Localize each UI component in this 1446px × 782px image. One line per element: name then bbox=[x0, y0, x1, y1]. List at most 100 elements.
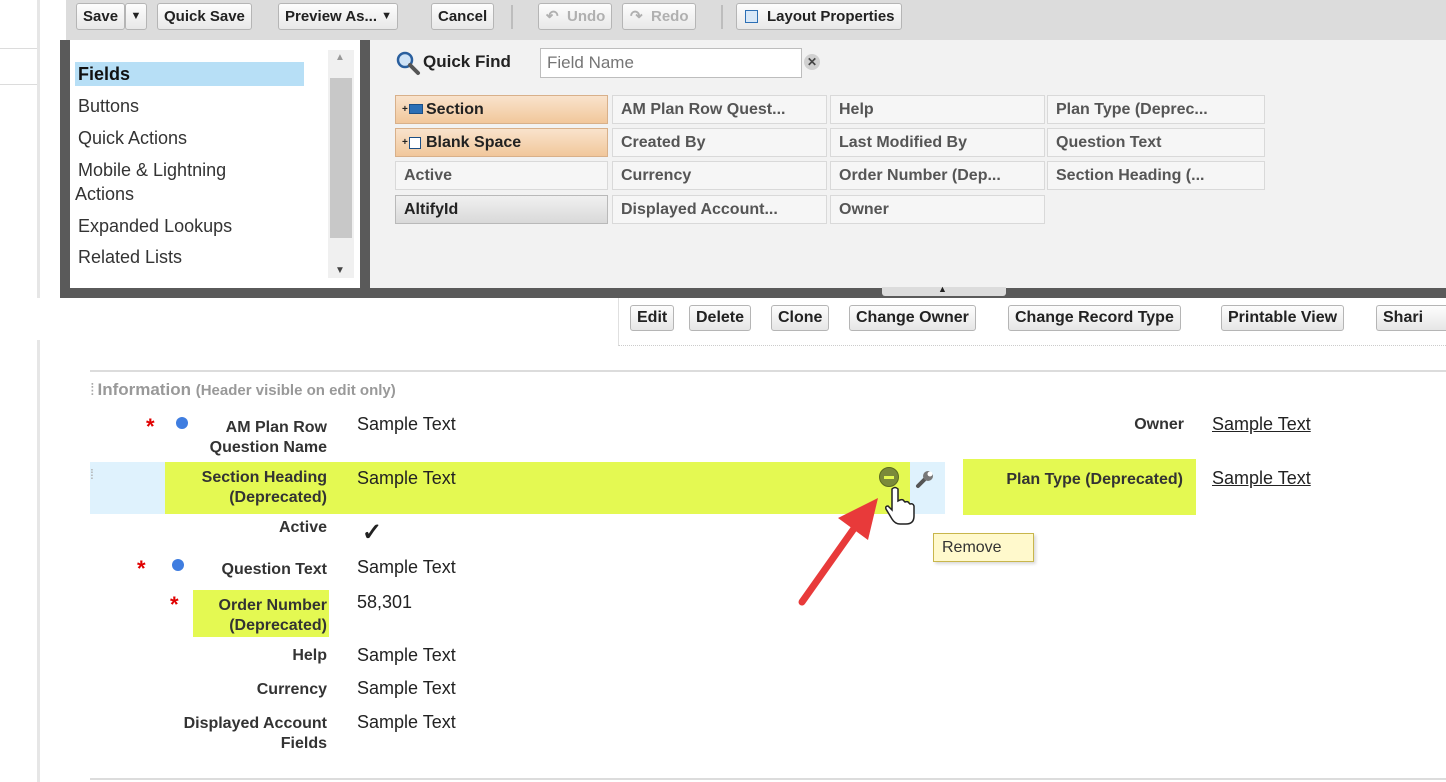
edit-button[interactable]: Edit bbox=[630, 305, 675, 331]
change-owner-button[interactable]: Change Owner bbox=[849, 305, 976, 331]
redo-label: Redo bbox=[651, 8, 689, 25]
palette-field-plan-type[interactable]: Plan Type (Deprec... bbox=[1047, 95, 1265, 124]
palette-field-displayed-account[interactable]: Displayed Account... bbox=[612, 195, 827, 224]
wrench-icon[interactable] bbox=[914, 468, 936, 490]
clone-button[interactable]: Clone bbox=[771, 305, 830, 331]
scrollbar-thumb[interactable] bbox=[330, 78, 352, 238]
field-value-question-text: Sample Text bbox=[357, 557, 456, 577]
palette-field-currency[interactable]: Currency bbox=[612, 161, 827, 190]
field-label-displayed-account[interactable]: Displayed Account Fields bbox=[150, 714, 327, 754]
quick-find-label: Quick Find bbox=[423, 52, 511, 71]
divider bbox=[37, 340, 40, 782]
scroll-down-icon[interactable]: ▼ bbox=[335, 265, 345, 276]
chevron-up-icon[interactable]: ▲ bbox=[938, 284, 947, 294]
palette-collapse-handle[interactable]: ▲ bbox=[882, 284, 1006, 296]
palette-field-label: Section bbox=[426, 101, 484, 118]
checkmark-icon: ✓ bbox=[362, 519, 383, 546]
layout-properties-button[interactable]: Layout Properties bbox=[736, 3, 902, 30]
field-label-active[interactable]: Active bbox=[190, 518, 327, 538]
search-icon bbox=[396, 51, 420, 75]
palette-fields-area: Quick Find ✕ + Section + Blank Space Act… bbox=[370, 40, 1446, 288]
palette-field-am-plan-row[interactable]: AM Plan Row Quest... bbox=[612, 95, 827, 124]
redo-button[interactable]: ↷ Redo bbox=[622, 3, 696, 30]
field-value-help: Sample Text bbox=[357, 645, 456, 665]
label-line: Order Number bbox=[218, 597, 327, 614]
section-note: (Header visible on edit only) bbox=[195, 382, 396, 399]
section-divider bbox=[90, 778, 1446, 780]
field-label-plan-type[interactable]: Plan Type (Deprecated) bbox=[963, 470, 1183, 490]
layout-properties-label: Layout Properties bbox=[767, 8, 895, 25]
category-scrollbar[interactable]: ▲ ▼ bbox=[328, 50, 354, 278]
palette-field-created-by[interactable]: Created By bbox=[612, 128, 827, 157]
category-expanded-lookups[interactable]: Expanded Lookups bbox=[78, 214, 232, 238]
preview-as-button[interactable]: Preview As... ▼ bbox=[278, 3, 398, 30]
category-mobile-lightning[interactable]: Mobile & Lightning bbox=[78, 158, 226, 182]
field-label-owner[interactable]: Owner bbox=[1080, 415, 1184, 435]
printable-view-button[interactable]: Printable View bbox=[1221, 305, 1345, 331]
remove-icon[interactable] bbox=[879, 467, 899, 487]
layout-properties-icon bbox=[745, 10, 758, 23]
field-label-currency[interactable]: Currency bbox=[190, 680, 327, 700]
quick-find-input[interactable] bbox=[540, 48, 802, 78]
category-related-lists[interactable]: Related Lists bbox=[78, 245, 182, 269]
field-label-question-text[interactable]: Question Text bbox=[190, 560, 328, 580]
palette-field-section[interactable]: + Section bbox=[395, 95, 608, 124]
undo-button[interactable]: ↶ Undo bbox=[538, 3, 613, 30]
chevron-down-icon: ▼ bbox=[381, 10, 392, 22]
category-mobile-lightning-cont[interactable]: Actions bbox=[75, 182, 134, 206]
drag-handle-icon[interactable]: ⁞ bbox=[90, 380, 95, 399]
scroll-up-icon[interactable]: ▲ bbox=[335, 52, 345, 63]
field-palette: Fields Buttons Quick Actions Mobile & Li… bbox=[60, 40, 1446, 298]
category-quick-actions[interactable]: Quick Actions bbox=[78, 126, 187, 150]
change-record-type-button[interactable]: Change Record Type bbox=[1008, 305, 1181, 331]
field-value-plan-type[interactable]: Sample Text bbox=[1212, 468, 1311, 489]
delete-button[interactable]: Delete bbox=[689, 305, 752, 331]
palette-field-section-heading[interactable]: Section Heading (... bbox=[1047, 161, 1265, 190]
clear-icon[interactable]: ✕ bbox=[804, 54, 820, 70]
save-dropdown-button[interactable]: ▼ bbox=[125, 3, 147, 30]
field-label-section-heading[interactable]: Section Heading (Deprecated) bbox=[165, 468, 327, 508]
blank-space-icon bbox=[409, 137, 421, 149]
cancel-button[interactable]: Cancel bbox=[431, 3, 495, 30]
category-fields[interactable]: Fields bbox=[75, 62, 304, 86]
required-indicator: * bbox=[170, 592, 179, 617]
preview-as-label: Preview As... bbox=[285, 8, 377, 25]
sharing-button[interactable]: Shari bbox=[1376, 305, 1446, 331]
undo-label: Undo bbox=[567, 8, 606, 25]
palette-field-order-number[interactable]: Order Number (Dep... bbox=[830, 161, 1045, 190]
palette-field-active[interactable]: Active bbox=[395, 161, 608, 190]
save-button[interactable]: Save bbox=[76, 3, 126, 30]
required-indicator: * bbox=[137, 556, 146, 581]
palette-field-blank-space[interactable]: + Blank Space bbox=[395, 128, 608, 157]
drag-handle-icon[interactable]: ⁞ bbox=[90, 466, 94, 482]
field-label-order-number[interactable]: Order Number (Deprecated) bbox=[193, 596, 327, 636]
palette-field-owner[interactable]: Owner bbox=[830, 195, 1045, 224]
field-label-help[interactable]: Help bbox=[190, 646, 327, 666]
palette-field-last-modified-by[interactable]: Last Modified By bbox=[830, 128, 1045, 157]
undo-icon: ↶ bbox=[546, 8, 559, 25]
label-line: (Deprecated) bbox=[229, 489, 327, 506]
label-line: Section Heading bbox=[201, 469, 327, 486]
toolbar-separator bbox=[511, 5, 513, 29]
label-line: (Deprecated) bbox=[229, 617, 327, 634]
field-value-order-number: 58,301 bbox=[357, 592, 413, 612]
section-divider bbox=[90, 370, 1446, 372]
palette-field-help[interactable]: Help bbox=[830, 95, 1045, 124]
category-buttons[interactable]: Buttons bbox=[78, 94, 139, 118]
layout-editor-toolbar: Save ▼ Quick Save Preview As... ▼ Cancel … bbox=[66, 0, 1446, 40]
field-value-owner[interactable]: Sample Text bbox=[1212, 414, 1311, 435]
section-title: Information bbox=[97, 380, 191, 399]
field-label-am-plan-row[interactable]: AM Plan Row Question Name bbox=[190, 418, 327, 458]
field-value-displayed-account: Sample Text bbox=[357, 712, 456, 732]
quick-save-button[interactable]: Quick Save bbox=[157, 3, 252, 30]
section-header[interactable]: ⁞ Information (Header visible on edit on… bbox=[90, 380, 396, 400]
palette-field-label: Blank Space bbox=[426, 134, 522, 151]
field-value-section-heading: Sample Text bbox=[357, 468, 456, 488]
label-line: Displayed Account bbox=[183, 715, 327, 732]
minus-glyph bbox=[884, 476, 894, 479]
redo-icon: ↷ bbox=[630, 8, 643, 25]
annotation-arrow bbox=[798, 498, 878, 606]
palette-category-list: Fields Buttons Quick Actions Mobile & Li… bbox=[70, 40, 360, 288]
palette-field-question-text[interactable]: Question Text bbox=[1047, 128, 1265, 157]
palette-field-altifyid[interactable]: AltifyId bbox=[395, 195, 608, 224]
